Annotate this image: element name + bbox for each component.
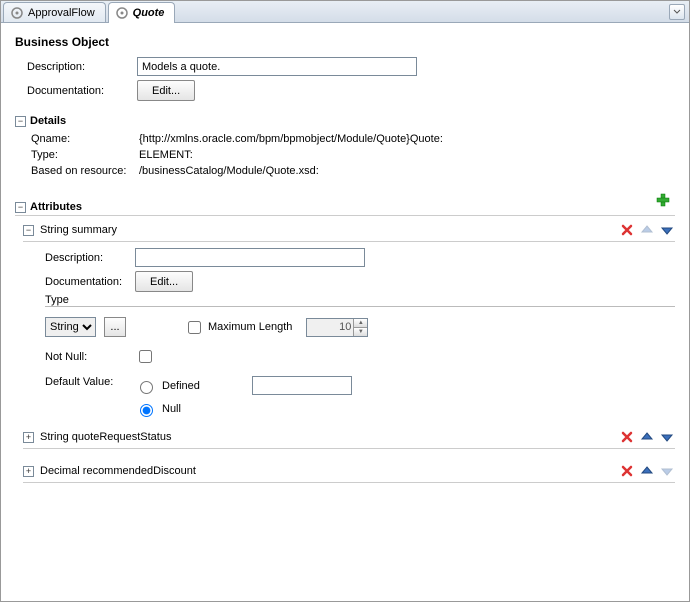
- tab-label: Quote: [133, 7, 165, 19]
- default-null-label: Null: [162, 403, 181, 415]
- chevron-down-icon: [673, 8, 681, 16]
- tab-label: ApprovalFlow: [28, 7, 95, 19]
- tab-bar: ApprovalFlow Quote: [1, 1, 689, 23]
- qname-value: {http://xmlns.oracle.com/bpm/bpmobject/M…: [139, 133, 443, 145]
- page-title: Business Object: [15, 35, 675, 49]
- editor-window: ApprovalFlow Quote Business Object Descr…: [0, 0, 690, 602]
- default-value-label: Default Value:: [45, 376, 135, 417]
- qname-label: Qname:: [31, 133, 139, 145]
- maxlength-checkbox[interactable]: [188, 321, 201, 334]
- description-label: Description:: [27, 61, 137, 73]
- attributes-title: Attributes: [30, 201, 82, 213]
- default-defined-radio[interactable]: [140, 381, 153, 394]
- content-area: Business Object Description: Documentati…: [1, 23, 689, 601]
- documentation-label: Documentation:: [27, 85, 137, 97]
- type-browse-button[interactable]: ...: [104, 317, 126, 337]
- default-value-input[interactable]: [252, 376, 352, 395]
- spinner-down-icon[interactable]: ▼: [353, 328, 367, 336]
- expand-icon[interactable]: +: [23, 432, 34, 443]
- collapse-icon: −: [15, 202, 26, 213]
- type-select[interactable]: String: [45, 317, 96, 337]
- delete-attribute-button[interactable]: [619, 429, 635, 445]
- delete-attribute-button[interactable]: [619, 463, 635, 479]
- move-down-button[interactable]: [659, 429, 675, 445]
- resource-label: Based on resource:: [31, 165, 139, 177]
- attributes-header[interactable]: − Attributes: [15, 201, 655, 213]
- tab-overflow-button[interactable]: [669, 4, 685, 20]
- edit-documentation-button[interactable]: Edit...: [137, 80, 195, 101]
- gear-icon: [115, 6, 129, 20]
- default-defined-label: Defined: [162, 380, 200, 392]
- attr-documentation-label: Documentation:: [45, 276, 135, 288]
- default-null-radio[interactable]: [140, 404, 153, 417]
- collapse-icon[interactable]: −: [23, 225, 34, 236]
- attr-edit-documentation-button[interactable]: Edit...: [135, 271, 193, 292]
- type-legend: Type: [45, 294, 75, 306]
- notnull-label: Not Null:: [45, 351, 135, 363]
- attr-description-input[interactable]: [135, 248, 365, 267]
- attribute-row: − String summary: [23, 222, 675, 242]
- move-up-button[interactable]: [639, 463, 655, 479]
- maxlength-label: Maximum Length: [208, 321, 292, 333]
- attribute-row: + Decimal recommendedDiscount: [23, 463, 675, 483]
- tab-quote[interactable]: Quote: [108, 2, 176, 23]
- attribute-label: String summary: [40, 224, 619, 236]
- attribute-row: + String quoteRequestStatus: [23, 429, 675, 449]
- move-down-button: [659, 463, 675, 479]
- notnull-checkbox[interactable]: [139, 350, 152, 363]
- attribute-body: Description: Documentation: Edit... Type…: [45, 248, 675, 417]
- move-down-button[interactable]: [659, 222, 675, 238]
- delete-attribute-button[interactable]: [619, 222, 635, 238]
- spinner-up-icon[interactable]: ▲: [353, 319, 367, 328]
- details-header[interactable]: − Details: [15, 115, 675, 127]
- resource-value: /businessCatalog/Module/Quote.xsd:: [139, 165, 319, 177]
- tab-approvalflow[interactable]: ApprovalFlow: [3, 2, 106, 22]
- type-label: Type:: [31, 149, 139, 161]
- gear-icon: [10, 6, 24, 20]
- attribute-label: String quoteRequestStatus: [40, 431, 619, 443]
- add-attribute-button[interactable]: [655, 192, 671, 211]
- description-input[interactable]: [137, 57, 417, 76]
- attr-description-label: Description:: [45, 252, 135, 264]
- maxlength-spinner[interactable]: ▲ ▼: [353, 319, 367, 336]
- details-title: Details: [30, 115, 66, 127]
- move-up-button[interactable]: [639, 429, 655, 445]
- attribute-label: Decimal recommendedDiscount: [40, 465, 619, 477]
- move-up-button: [639, 222, 655, 238]
- expand-icon[interactable]: +: [23, 466, 34, 477]
- collapse-icon: −: [15, 116, 26, 127]
- type-value: ELEMENT:: [139, 149, 193, 161]
